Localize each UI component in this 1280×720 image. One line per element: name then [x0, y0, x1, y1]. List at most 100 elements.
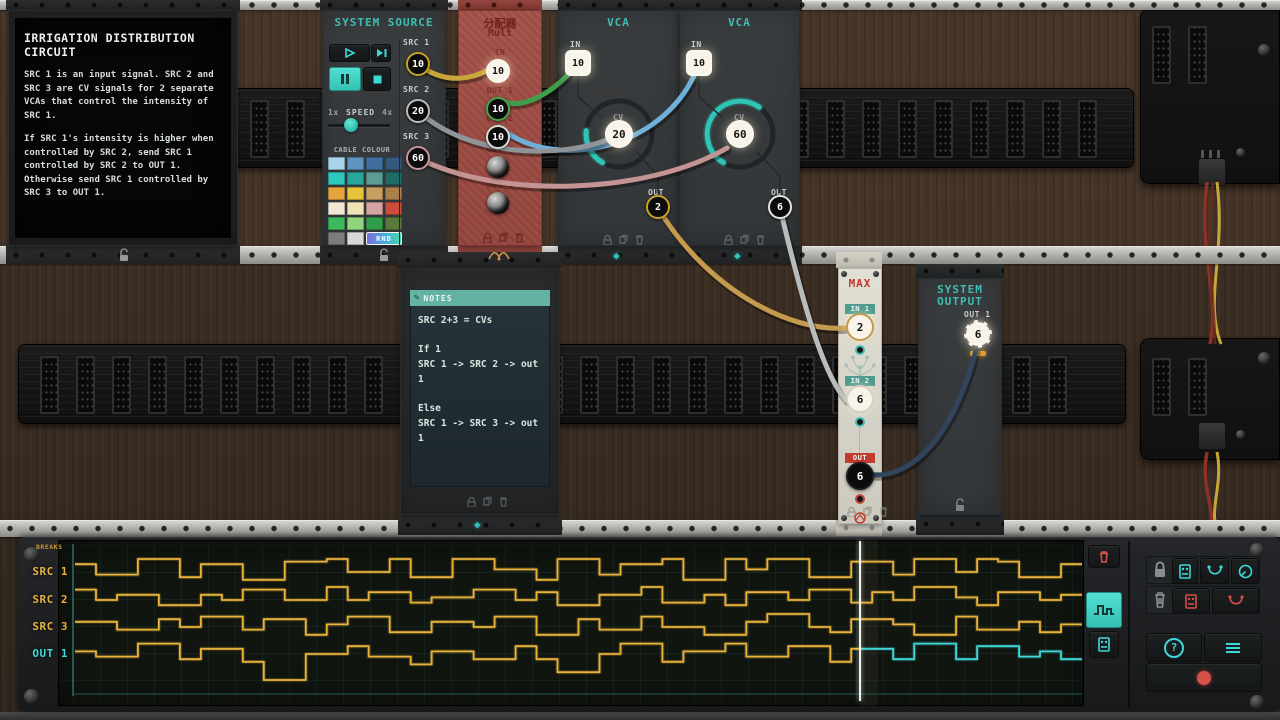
- mult-out2-port[interactable]: 10: [486, 125, 510, 149]
- lock-cable-button[interactable]: [1200, 558, 1229, 584]
- lock-module-button[interactable]: [1172, 558, 1198, 584]
- mult-out3-jack[interactable]: [487, 156, 509, 178]
- module-actions: [466, 496, 509, 507]
- max-module: MAX IN 1 2 IN 2 6 OUT 6: [838, 268, 882, 524]
- cable-colour-swatch[interactable]: [366, 187, 383, 200]
- max-out-port[interactable]: 6: [846, 462, 874, 490]
- cable-colour-swatch[interactable]: [347, 187, 364, 200]
- pin-header: [652, 356, 671, 414]
- mult-out4-label: OUT 4: [458, 181, 542, 190]
- mult-out1-port[interactable]: 10: [486, 97, 510, 121]
- src3-port[interactable]: 60: [406, 146, 430, 170]
- vca2-out-port[interactable]: 6: [768, 195, 792, 219]
- mission-paragraph: SRC 1 is an input signal. SRC 2 and SRC …: [24, 69, 222, 123]
- record-button[interactable]: [1146, 663, 1262, 692]
- vca1-out-port[interactable]: 2: [646, 195, 670, 219]
- module-view-button[interactable]: [1089, 631, 1119, 658]
- vca2-in-port[interactable]: 10: [686, 50, 712, 76]
- pencil-icon: ✎: [414, 293, 419, 303]
- notes-screen[interactable]: ✎ NOTES SRC 2+3 = CVs If 1 SRC 1 -> SRC …: [410, 290, 550, 487]
- notes-module: ✎ NOTES SRC 2+3 = CVs If 1 SRC 1 -> SRC …: [400, 268, 560, 515]
- module-brand-diamond-icon: ◆: [613, 250, 620, 261]
- mult-in-port[interactable]: 10: [486, 59, 510, 83]
- panel-seam: [1128, 541, 1130, 708]
- notes-text[interactable]: SRC 2+3 = CVs If 1 SRC 1 -> SRC 2 -> out…: [418, 314, 544, 446]
- pin-header: [1012, 356, 1031, 414]
- duplicate-icon[interactable]: [498, 232, 509, 243]
- trash-icon[interactable]: [498, 496, 509, 507]
- duplicate-icon[interactable]: [618, 234, 629, 245]
- delete-trace-button[interactable]: [1088, 545, 1120, 568]
- vca1-in-port[interactable]: 10: [565, 50, 591, 76]
- step-button[interactable]: [371, 44, 391, 62]
- src1-port[interactable]: 10: [406, 52, 430, 76]
- speed-slider-track[interactable]: [328, 124, 390, 127]
- cable-colour-swatch[interactable]: [366, 217, 383, 230]
- scope-waveforms: [58, 540, 1084, 706]
- vca1-cv-port[interactable]: 20: [605, 120, 633, 148]
- cable-colour-swatch[interactable]: [328, 187, 345, 200]
- play-button[interactable]: [329, 44, 370, 62]
- pin-header: [1006, 100, 1025, 158]
- system-output-title-line2: OUTPUT: [918, 295, 1002, 308]
- module-plate: [836, 252, 882, 268]
- module-plate: [398, 252, 562, 268]
- trash-icon: [1153, 591, 1167, 609]
- help-button[interactable]: ?: [1146, 633, 1202, 662]
- scope-playhead[interactable]: [859, 541, 861, 701]
- duplicate-icon[interactable]: [482, 496, 493, 507]
- delete-tools-group: [1146, 586, 1260, 614]
- cable-colour-random-swatch[interactable]: RND: [366, 232, 402, 245]
- module-plate: [458, 0, 542, 10]
- src2-port[interactable]: 20: [406, 99, 430, 123]
- trash-icon[interactable]: [755, 234, 766, 245]
- scope-trace-src3: [75, 614, 1082, 635]
- duplicate-icon[interactable]: [739, 234, 750, 245]
- speed-slider-knob[interactable]: [344, 118, 358, 132]
- lock-icon[interactable]: [482, 232, 493, 243]
- cable-colour-swatch[interactable]: [328, 217, 345, 230]
- max-in1-port[interactable]: 2: [846, 313, 874, 341]
- mult-out4-jack[interactable]: [487, 192, 509, 214]
- cable-colour-swatch[interactable]: [347, 172, 364, 185]
- stop-button[interactable]: [363, 67, 391, 91]
- system-output-out1-port[interactable]: 6: [964, 320, 992, 348]
- trash-icon[interactable]: [514, 232, 525, 243]
- lock-icon[interactable]: [466, 496, 477, 507]
- src1-label: SRC 1: [403, 38, 430, 47]
- pause-button[interactable]: [329, 67, 361, 91]
- cable-colour-swatch[interactable]: [328, 172, 345, 185]
- scope-view-button[interactable]: [1086, 592, 1122, 628]
- cable-colour-swatch[interactable]: [347, 202, 364, 215]
- module-plate: [558, 246, 802, 264]
- pin-header: [688, 356, 707, 414]
- max-in2-port[interactable]: 6: [846, 385, 874, 413]
- module-actions: [482, 232, 525, 243]
- cable-colour-swatch[interactable]: [347, 217, 364, 230]
- delete-cable-button[interactable]: [1212, 588, 1259, 614]
- max-module-logo: [850, 512, 870, 524]
- cable-colour-swatch[interactable]: [328, 232, 345, 245]
- system-output-out1-label: OUT 1: [964, 310, 991, 319]
- cable-colour-swatch[interactable]: [366, 172, 383, 185]
- delete-module-button[interactable]: [1172, 588, 1210, 614]
- unlock-icon: [954, 498, 966, 512]
- menu-button[interactable]: [1204, 633, 1262, 662]
- cable-colour-swatch[interactable]: [328, 202, 345, 215]
- module-actions: [723, 234, 766, 245]
- cable-colour-swatch[interactable]: [347, 157, 364, 170]
- lock-icon[interactable]: [723, 234, 734, 245]
- vca2-cv-port[interactable]: 60: [726, 120, 754, 148]
- bottom-edge-strip: [0, 712, 1280, 720]
- lock-icon[interactable]: [602, 234, 613, 245]
- cable-colour-swatch[interactable]: [328, 157, 345, 170]
- cable-colour-swatch[interactable]: [366, 157, 383, 170]
- mult-module: 分配器 Mult IN 10 OUT 1 10 OUT 2 10 OUT 3 O…: [458, 10, 542, 246]
- lock-knob-button[interactable]: [1231, 558, 1259, 584]
- mult-out1-label: OUT 1: [458, 86, 542, 95]
- cable-colour-swatch[interactable]: [366, 202, 383, 215]
- cable-colour-swatch[interactable]: [347, 232, 364, 245]
- scope-trace-src1: [75, 559, 1082, 580]
- trash-icon[interactable]: [878, 506, 889, 517]
- trash-icon[interactable]: [634, 234, 645, 245]
